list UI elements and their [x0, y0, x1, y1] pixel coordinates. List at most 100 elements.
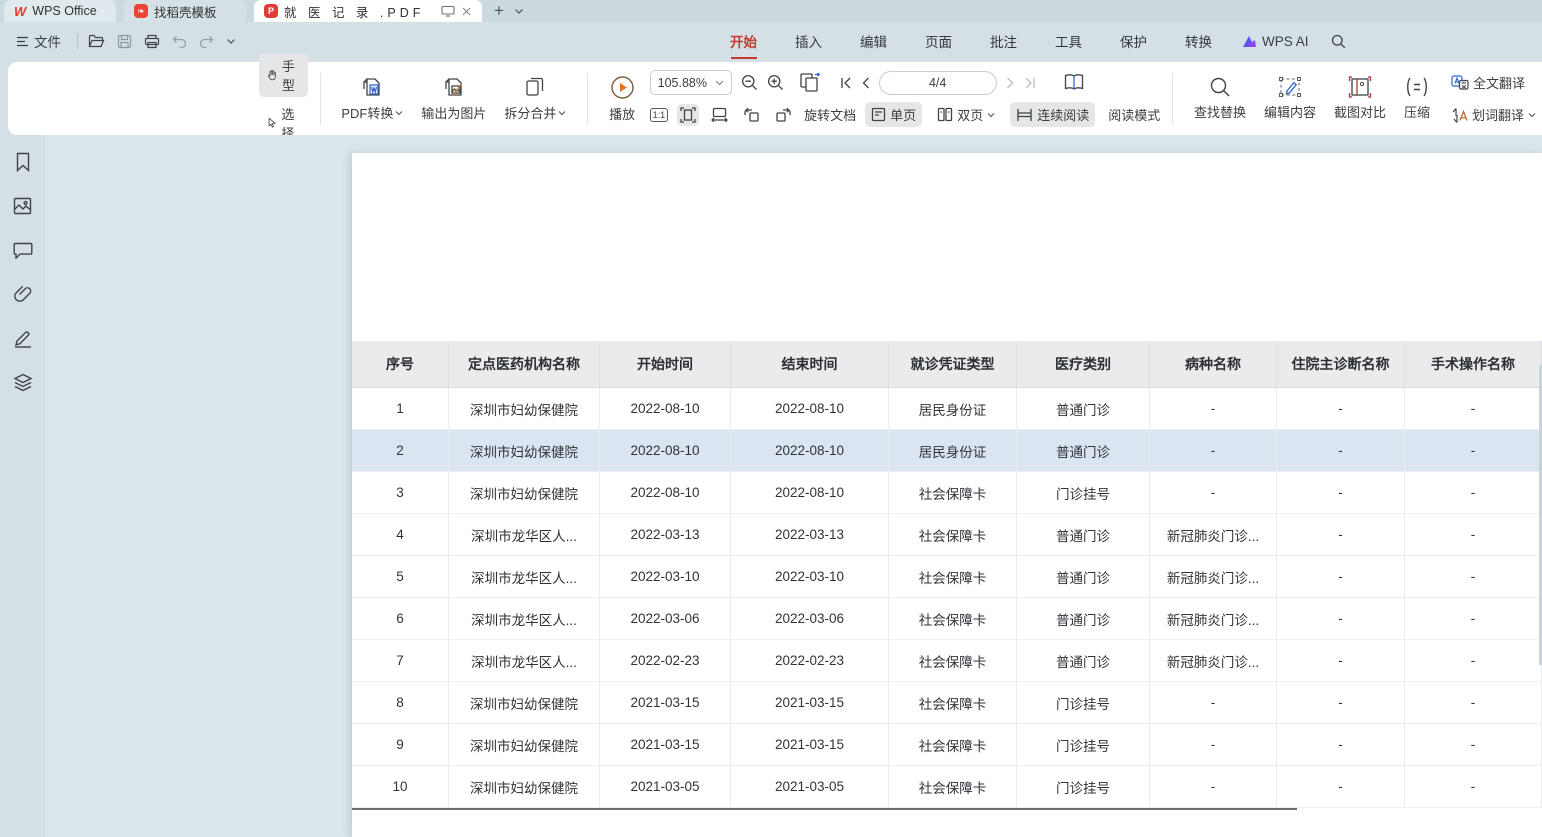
tab-wps-home[interactable]: W WPS Office [4, 0, 116, 22]
table-cell: 居民身份证 [889, 388, 1017, 430]
rotate-right-icon[interactable] [772, 104, 795, 126]
table-cell: 2021-03-05 [600, 766, 731, 808]
last-page-icon[interactable] [1024, 77, 1036, 89]
menu-item-protect[interactable]: 保护 [1118, 25, 1149, 57]
table-cell: 普通门诊 [1017, 640, 1150, 682]
table-cell: 2021-03-15 [600, 682, 731, 724]
close-tab-icon[interactable] [461, 6, 472, 17]
menu-bar: 文件 开始 插入 编辑 页面 批注 工具 保护 转换 WPS AI [0, 22, 1542, 60]
more-actions-chevron-icon[interactable] [226, 38, 236, 45]
menu-item-edit[interactable]: 编辑 [858, 25, 889, 57]
read-mode-book-icon[interactable] [1063, 73, 1085, 92]
next-page-icon[interactable] [1006, 77, 1015, 89]
pdf-page[interactable]: 序号定点医药机构名称开始时间结束时间就诊凭证类型医疗类别病种名称住院主诊断名称手… [352, 153, 1542, 837]
rotate-document-label[interactable]: 旋转文档 [804, 105, 856, 124]
tab-wps-home-label: WPS Office [32, 4, 96, 18]
play-button[interactable]: 播放 [600, 75, 644, 123]
screenshot-compare-button[interactable]: 截图对比 [1325, 76, 1395, 121]
word-translate-button[interactable]: 划词翻译 [1445, 102, 1542, 127]
new-tab-button[interactable]: + [494, 1, 504, 21]
read-mode-button[interactable]: 阅读模式 [1108, 105, 1160, 124]
continuous-read-button[interactable]: 连续阅读 [1010, 102, 1095, 127]
thumbnails-panel-icon[interactable] [11, 194, 35, 218]
compress-button[interactable]: 压缩 [1395, 76, 1439, 121]
table-cell: 社会保障卡 [889, 598, 1017, 640]
table-cell: - [1277, 430, 1405, 472]
single-page-button[interactable]: 单页 [865, 102, 922, 127]
tab-docer-templates[interactable]: ❧ 找稻壳模板 [124, 0, 246, 22]
table-cell: - [1150, 430, 1277, 472]
hand-tool-button[interactable]: 手型 [259, 53, 308, 97]
table-row: 7深圳市龙华区人...2022-02-232022-02-23社会保障卡普通门诊… [352, 640, 1542, 682]
actual-size-button[interactable]: 1:1 [650, 108, 669, 122]
edit-content-button[interactable]: 编辑内容 [1255, 76, 1325, 121]
table-cell: 深圳市妇幼保健院 [449, 766, 600, 808]
comments-panel-icon[interactable] [11, 238, 35, 262]
attachments-panel-icon[interactable] [11, 282, 35, 306]
signature-panel-icon[interactable] [11, 326, 35, 350]
table-cell: 居民身份证 [889, 430, 1017, 472]
double-page-button[interactable]: 双页 [931, 102, 1001, 127]
table-cell: 深圳市龙华区人... [449, 640, 600, 682]
full-translate-button[interactable]: 全文翻译 [1445, 70, 1531, 95]
pdf-convert-label: PDF转换 [341, 103, 393, 122]
menu-item-page[interactable]: 页面 [923, 25, 954, 57]
table-cell: 社会保障卡 [889, 766, 1017, 808]
table-cell: 2022-08-10 [731, 388, 889, 430]
previous-page-icon[interactable] [861, 77, 870, 89]
table-cell: 2022-08-10 [600, 430, 731, 472]
table-cell: 门诊挂号 [1017, 724, 1150, 766]
redo-icon[interactable] [199, 35, 214, 48]
page-refresh-icon[interactable] [799, 72, 823, 93]
table-cell: - [1405, 724, 1542, 766]
menu-item-tools[interactable]: 工具 [1053, 25, 1084, 57]
table-cell: - [1150, 724, 1277, 766]
table-cell: - [1277, 514, 1405, 556]
rotate-left-icon[interactable] [740, 104, 763, 126]
wps-logo-icon: W [14, 4, 26, 19]
layers-panel-icon[interactable] [11, 370, 35, 394]
menu-item-home[interactable]: 开始 [728, 25, 759, 57]
split-merge-button[interactable]: 拆分合并 [495, 75, 575, 122]
print-icon[interactable] [144, 34, 160, 49]
document-viewport[interactable]: 序号定点医药机构名称开始时间结束时间就诊凭证类型医疗类别病种名称住院主诊断名称手… [45, 135, 1542, 837]
page-indicator-input[interactable]: 4/4 [879, 71, 997, 95]
first-page-icon[interactable] [840, 77, 852, 89]
wps-ai-button[interactable]: WPS AI [1242, 34, 1309, 49]
pdf-convert-button[interactable]: PDF转换 [332, 75, 412, 122]
tab-document-active[interactable]: P 就 医 记 录 .PDF [254, 0, 482, 22]
table-cell: - [1150, 472, 1277, 514]
menu-item-annotate[interactable]: 批注 [988, 25, 1019, 57]
fit-page-button[interactable] [677, 104, 699, 126]
table-row: 6深圳市龙华区人...2022-03-062022-03-06社会保障卡普通门诊… [352, 598, 1542, 640]
screen-share-icon[interactable] [441, 5, 455, 17]
fit-width-button[interactable] [708, 104, 731, 125]
file-menu-button[interactable]: 文件 [10, 27, 67, 55]
table-cell: 社会保障卡 [889, 556, 1017, 598]
table-cell: - [1277, 766, 1405, 808]
menu-item-insert[interactable]: 插入 [793, 25, 824, 57]
undo-icon[interactable] [172, 35, 187, 48]
double-page-label: 双页 [957, 105, 983, 124]
menu-item-convert[interactable]: 转换 [1183, 25, 1214, 57]
docer-icon: ❧ [134, 4, 148, 18]
open-file-icon[interactable] [88, 34, 105, 48]
search-icon[interactable] [1331, 34, 1346, 49]
find-replace-button[interactable]: 查找替换 [1185, 76, 1255, 121]
save-icon[interactable] [117, 34, 132, 49]
bookmarks-panel-icon[interactable] [11, 150, 35, 174]
zoom-out-icon[interactable] [741, 74, 758, 91]
table-cell: 深圳市妇幼保健院 [449, 430, 600, 472]
page-indicator-value: 4/4 [929, 76, 946, 90]
zoom-level-select[interactable]: 105.88% [650, 70, 732, 95]
table-cell: 普通门诊 [1017, 556, 1150, 598]
table-header-cell: 手术操作名称 [1405, 341, 1542, 388]
table-row: 9深圳市妇幼保健院2021-03-152021-03-15社会保障卡门诊挂号--… [352, 724, 1542, 766]
tab-list-chevron-icon[interactable] [514, 8, 524, 15]
table-cell: 2021-03-15 [731, 724, 889, 766]
play-icon [610, 75, 635, 100]
zoom-in-icon[interactable] [767, 74, 784, 91]
table-cell: 2021-03-15 [600, 724, 731, 766]
export-image-icon [442, 75, 466, 99]
export-image-button[interactable]: 输出为图片 [412, 75, 495, 122]
